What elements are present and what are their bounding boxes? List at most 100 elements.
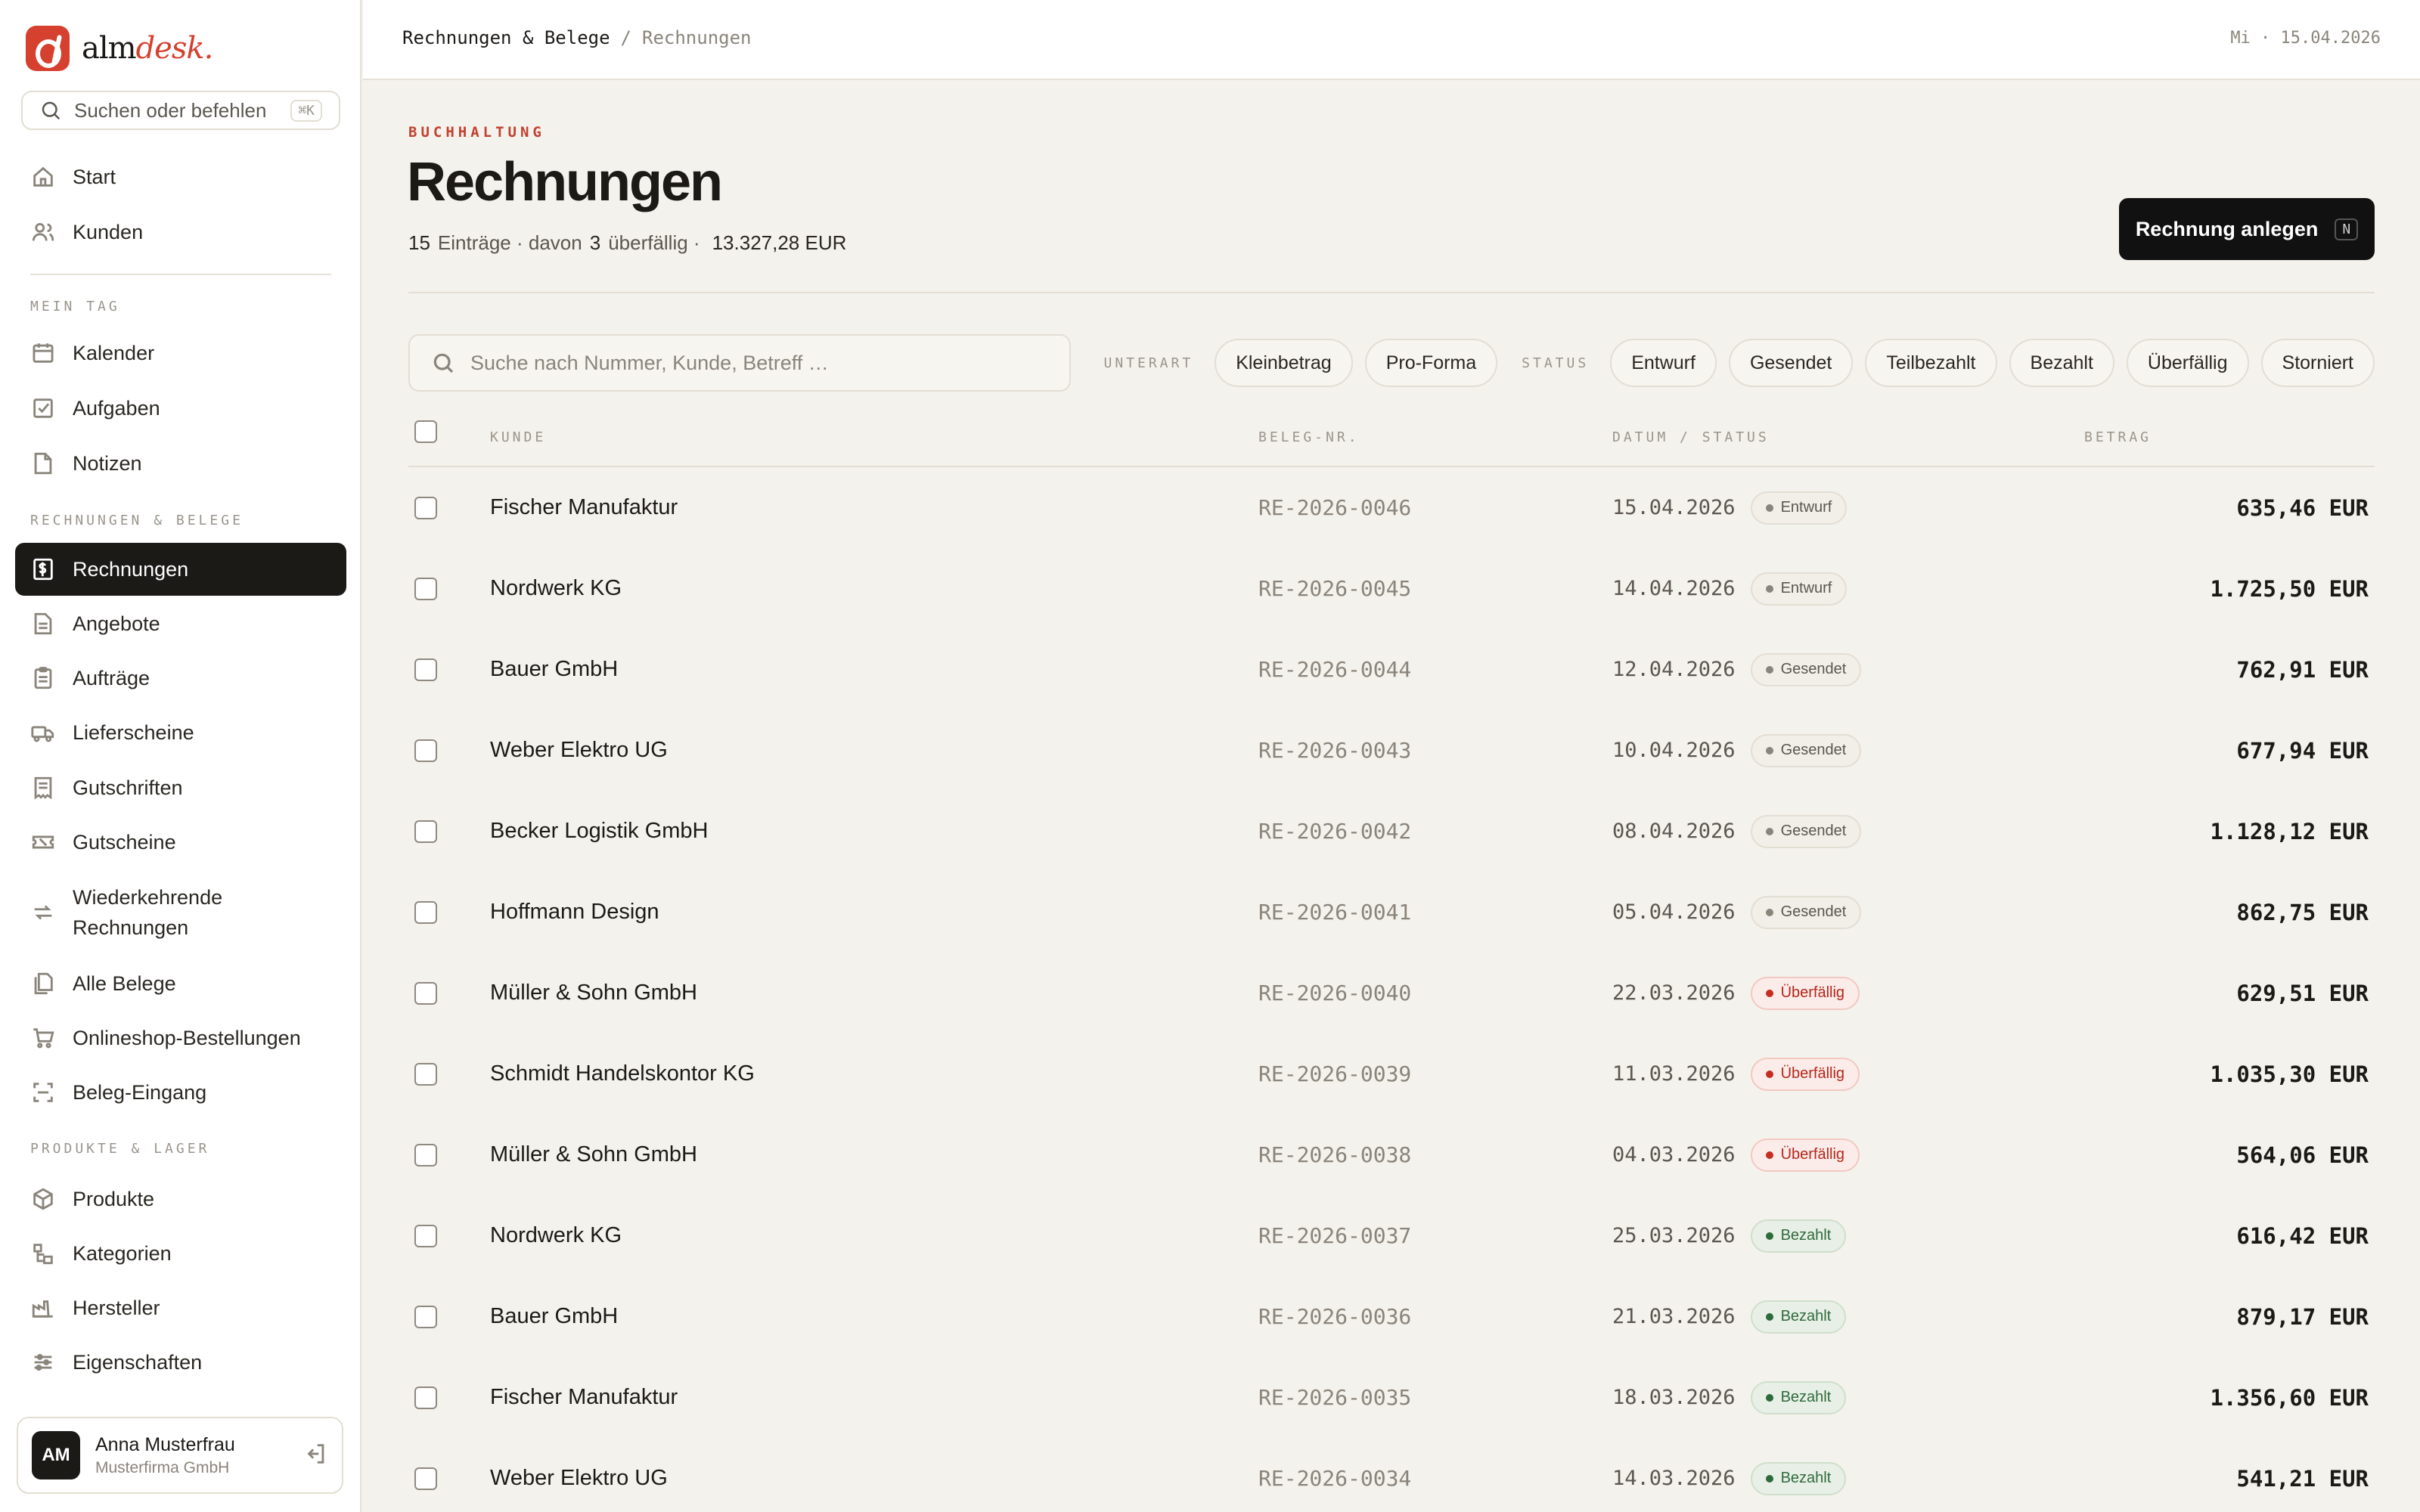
row-checkbox[interactable] [414,1062,437,1086]
customer-name[interactable]: Müller & Sohn GmbH [490,953,697,1033]
row-checkbox[interactable] [414,1386,437,1409]
filter-chip-storniert[interactable]: Storniert [2260,339,2375,387]
sidebar-item-gutscheine[interactable]: Gutscheine [15,816,346,869]
create-invoice-button[interactable]: Rechnung anlegen N [2119,198,2375,260]
table-row[interactable]: Weber Elektro UG RE-2026-0043 10.04.2026 Ge… [408,710,2375,791]
filter-chip-ueberfaellig[interactable]: Überfällig [2126,339,2249,387]
document-number[interactable]: RE-2026-0039 [1258,1033,1411,1114]
customer-name[interactable]: Nordwerk KG [490,1195,622,1276]
table-row[interactable]: Weber Elektro UG RE-2026-0034 14.03.2026 Be… [408,1438,2375,1512]
row-checkbox[interactable] [414,658,437,681]
customer-name[interactable]: Weber Elektro UG [490,710,668,791]
sidebar-item-kalender[interactable]: Kalender [15,327,346,380]
filter-chip-teilbezahlt[interactable]: Teilbezahlt [1865,339,1997,387]
table-row[interactable]: Becker Logistik GmbH RE-2026-0042 08.04.20… [408,791,2375,872]
customer-name[interactable]: Becker Logistik GmbH [490,791,709,872]
row-checkbox[interactable] [414,1305,437,1328]
status-dot-icon [1765,1312,1773,1321]
document-number[interactable]: RE-2026-0043 [1258,710,1411,791]
row-checkbox[interactable] [414,739,437,762]
row-checkbox[interactable] [414,577,437,600]
customer-name[interactable]: Weber Elektro UG [490,1438,668,1512]
sidebar-item-rechnungen[interactable]: Rechnungen [15,543,346,596]
row-checkbox[interactable] [414,820,437,843]
document-number[interactable]: RE-2026-0035 [1258,1357,1411,1438]
sidebar-item-angebote[interactable]: Angebote [15,597,346,650]
document-number[interactable]: RE-2026-0045 [1258,548,1411,629]
table-row[interactable]: Nordwerk KG RE-2026-0045 14.04.2026 Entwurf… [408,548,2375,629]
filter-chip-bezahlt[interactable]: Bezahlt [2009,339,2114,387]
invoice-amount: 635,46 EUR [2236,494,2369,521]
repeat-icon [30,900,56,925]
customer-name[interactable]: Müller & Sohn GmbH [490,1114,697,1195]
select-all-checkbox[interactable] [414,420,437,443]
row-checkbox[interactable] [414,981,437,1005]
sidebar-item-onlineshop-bestellungen[interactable]: Onlineshop-Bestellungen [15,1012,346,1064]
document-number[interactable]: RE-2026-0042 [1258,791,1411,872]
table-row[interactable]: Müller & Sohn GmbH RE-2026-0040 22.03.2026… [408,953,2375,1033]
filter-chip-entwurf[interactable]: Entwurf [1610,339,1717,387]
customer-name[interactable]: Fischer Manufaktur [490,1357,678,1438]
row-checkbox[interactable] [414,1467,437,1490]
row-checkbox[interactable] [414,900,437,924]
status-label: Bezahlt [1780,1470,1832,1486]
filter-chip-kleinbetrag[interactable]: Kleinbetrag [1215,339,1353,387]
table-row[interactable]: Hoffmann Design RE-2026-0041 05.04.2026 Ges… [408,872,2375,953]
table-row[interactable]: Fischer Manufaktur RE-2026-0046 15.04.2026… [408,467,2375,548]
status-badge: Bezahlt [1750,1461,1847,1495]
breadcrumb-parent[interactable]: Rechnungen & Belege [402,27,610,48]
table-row[interactable]: Müller & Sohn GmbH RE-2026-0038 04.03.2026… [408,1114,2375,1195]
document-number[interactable]: RE-2026-0034 [1258,1438,1411,1512]
customer-name[interactable]: Bauer GmbH [490,1276,618,1357]
table-row[interactable]: Bauer GmbH RE-2026-0036 21.03.2026 Bezahlt 8… [408,1276,2375,1357]
sidebar-item-alle-belege[interactable]: Alle Belege [15,957,346,1010]
row-checkbox[interactable] [414,496,437,519]
total-amount: 13.327,28 EUR [712,231,847,254]
sidebar-item-notizen[interactable]: Notizen [15,437,346,490]
sidebar-item-kunden[interactable]: Kunden [15,206,346,259]
user-card[interactable]: AM Anna Musterfrau Musterfirma GmbH [17,1417,343,1494]
sidebar-item-eigenschaften[interactable]: Eigenschaften [15,1336,346,1389]
document-number[interactable]: RE-2026-0038 [1258,1114,1411,1195]
filter-chip-gesendet[interactable]: Gesendet [1728,339,1854,387]
table-row[interactable]: Bauer GmbH RE-2026-0044 12.04.2026 Gesendet… [408,629,2375,710]
customer-name[interactable]: Fischer Manufaktur [490,467,678,548]
sidebar-item-gutschriften[interactable]: Gutschriften [15,761,346,814]
column-datum-status[interactable]: DATUM / STATUS [1612,429,1770,445]
sidebar-item-kategorien[interactable]: Kategorien [15,1227,346,1280]
filter-chip-pro-forma[interactable]: Pro-Forma [1364,339,1498,387]
column-beleg-nr[interactable]: BELEG-NR. [1258,429,1360,445]
sidebar-item-start[interactable]: Start [15,150,346,203]
logout-button[interactable] [302,1441,328,1470]
sidebar-item-auftraege[interactable]: Aufträge [15,652,346,705]
row-checkbox[interactable] [414,1143,437,1167]
document-number[interactable]: RE-2026-0041 [1258,872,1411,953]
sidebar-item-beleg-eingang[interactable]: Beleg-Eingang [15,1066,346,1119]
row-checkbox-cell [414,629,437,710]
sidebar-item-wiederkehrende-rechnungen[interactable]: Wiederkehrende Rechnungen [15,878,346,947]
document-number[interactable]: RE-2026-0044 [1258,629,1411,710]
create-invoice-label: Rechnung anlegen [2135,217,2319,240]
customer-name[interactable]: Schmidt Handelskontor KG [490,1033,755,1114]
customer-name[interactable]: Nordwerk KG [490,548,622,629]
sidebar-item-produkte[interactable]: Produkte [15,1173,346,1225]
document-number[interactable]: RE-2026-0046 [1258,467,1411,548]
sidebar-item-aufgaben[interactable]: Aufgaben [15,382,346,435]
invoice-search-input[interactable]: Suche nach Nummer, Kunde, Betreff … [408,334,1071,392]
row-checkbox[interactable] [414,1224,437,1247]
table-row[interactable]: Fischer Manufaktur RE-2026-0035 18.03.2026… [408,1357,2375,1438]
document-number[interactable]: RE-2026-0040 [1258,953,1411,1033]
table-row[interactable]: Schmidt Handelskontor KG RE-2026-0039 11.0… [408,1033,2375,1114]
app-logo[interactable]: almdesk. [26,26,213,71]
column-betrag[interactable]: BETRAG [2084,429,2152,445]
column-kunde[interactable]: KUNDE [490,429,546,445]
table-row[interactable]: Nordwerk KG RE-2026-0037 25.03.2026 Bezahlt… [408,1195,2375,1276]
sidebar-item-lieferscheine[interactable]: Lieferscheine [15,706,346,759]
sidebar-item-hersteller[interactable]: Hersteller [15,1281,346,1334]
document-number[interactable]: RE-2026-0037 [1258,1195,1411,1276]
customer-name[interactable]: Bauer GmbH [490,629,618,710]
customer-name[interactable]: Hoffmann Design [490,872,659,953]
sidebar-search[interactable]: Suchen oder befehlen ⌘K [21,91,340,130]
sidebar-item-label: Aufträge [73,666,150,689]
document-number[interactable]: RE-2026-0036 [1258,1276,1411,1357]
